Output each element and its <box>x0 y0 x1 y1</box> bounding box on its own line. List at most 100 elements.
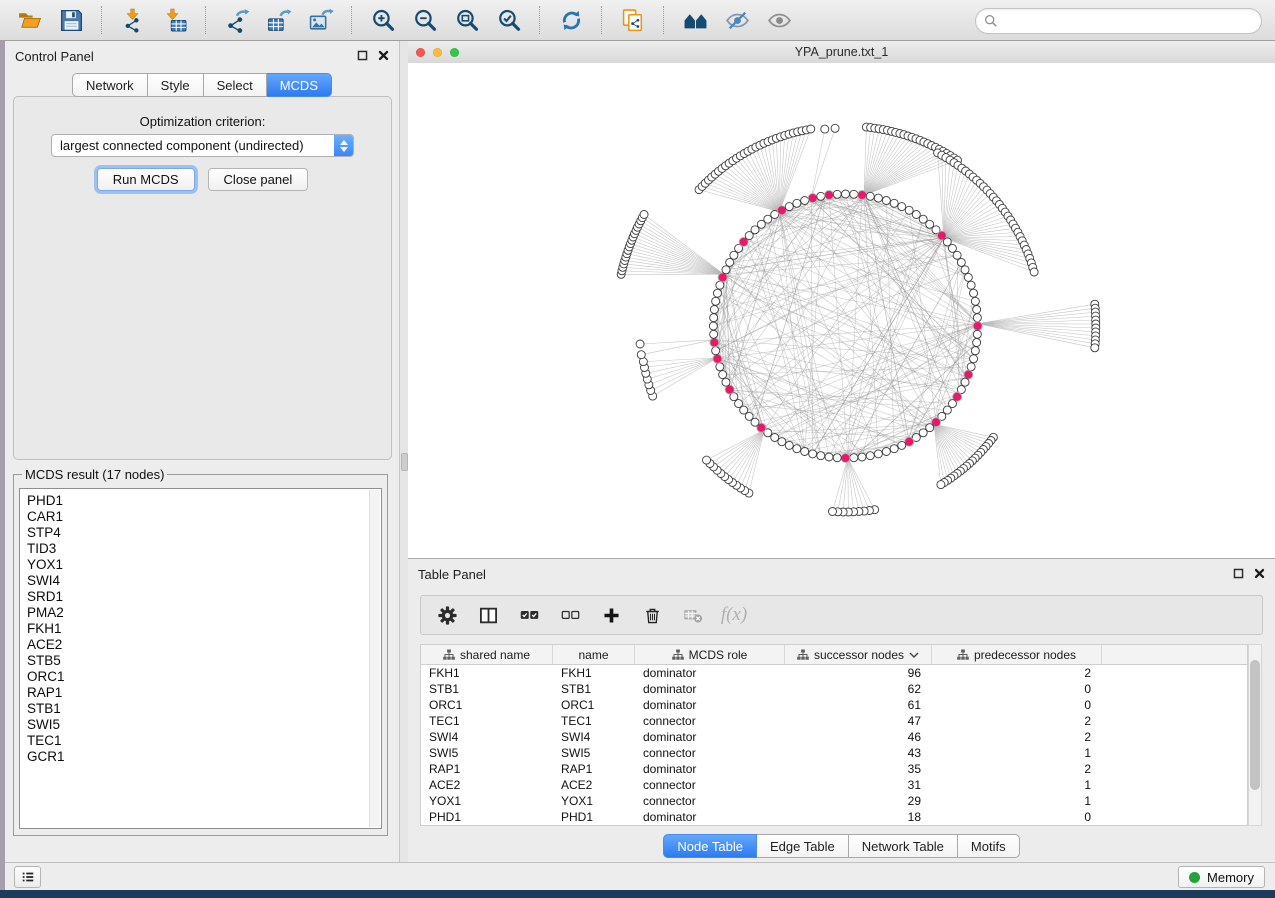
table-cell: SWI5 <box>421 746 553 760</box>
result-scrollbar[interactable] <box>369 490 380 827</box>
table-row[interactable]: SWI5SWI5connector431 <box>421 745 1247 761</box>
clone-network-icon <box>621 8 646 33</box>
table-row[interactable]: TEC1TEC1connector472 <box>421 713 1247 729</box>
mcds-result-item: STP4 <box>27 525 370 541</box>
tab-mcds[interactable]: MCDS <box>267 73 332 97</box>
network-canvas[interactable] <box>408 63 1275 558</box>
save-button[interactable] <box>55 4 87 36</box>
select-all-button[interactable] <box>519 605 539 625</box>
sort-descending-icon <box>909 652 919 658</box>
delete-row-button[interactable] <box>642 605 662 625</box>
table-panel-header: Table Panel <box>408 559 1275 589</box>
table-row[interactable]: RAP1RAP1dominator352 <box>421 761 1247 777</box>
mcds-result-item: SWI4 <box>27 573 370 589</box>
zoom-selected-icon <box>497 8 522 33</box>
zoom-in-button[interactable] <box>367 4 399 36</box>
float-icon[interactable] <box>1233 568 1244 579</box>
close-icon[interactable] <box>378 50 389 61</box>
gear-button[interactable] <box>437 605 457 625</box>
zoom-selected-button[interactable] <box>493 4 525 36</box>
close-icon[interactable] <box>1254 568 1265 579</box>
table-cell: FKH1 <box>553 666 635 680</box>
column-header-shared-name[interactable]: shared name <box>421 645 553 664</box>
import-network-button[interactable] <box>117 4 149 36</box>
toolbar-separator <box>351 6 353 34</box>
table-tab-edge-table[interactable]: Edge Table <box>757 834 849 858</box>
table-tab-motifs[interactable]: Motifs <box>958 834 1020 858</box>
table-scrollbar[interactable] <box>1248 644 1262 826</box>
table-panel-title: Table Panel <box>418 567 486 582</box>
clone-network-button[interactable] <box>617 4 649 36</box>
search-input[interactable] <box>998 12 1261 30</box>
gear-icon <box>438 606 457 625</box>
show-all-icon <box>767 8 792 33</box>
memory-label: Memory <box>1207 870 1254 885</box>
session-list-button[interactable] <box>14 866 41 888</box>
delete-table-button[interactable] <box>683 605 703 625</box>
panel-splitter[interactable] <box>400 41 408 862</box>
run-mcds-button[interactable]: Run MCDS <box>97 168 195 191</box>
column-header-successor-nodes[interactable]: successor nodes <box>785 645 932 664</box>
hide-selected-button[interactable] <box>721 4 753 36</box>
show-all-button[interactable] <box>763 4 795 36</box>
deselect-all-icon <box>561 606 580 625</box>
table-row[interactable]: ACE2ACE2connector311 <box>421 777 1247 793</box>
first-neighbors-button[interactable] <box>679 4 711 36</box>
zoom-out-button[interactable] <box>409 4 441 36</box>
zoom-fit-button[interactable] <box>451 4 483 36</box>
table-cell: 62 <box>785 682 932 696</box>
mcds-panel: Optimization criterion: largest connecte… <box>13 96 392 460</box>
import-network-icon <box>121 8 146 33</box>
splitter-handle-icon[interactable] <box>401 453 408 471</box>
table-row[interactable]: SWI4SWI4dominator462 <box>421 729 1247 745</box>
table-cell: 2 <box>932 730 1102 744</box>
export-image-button[interactable] <box>305 4 337 36</box>
mcds-result-item: FKH1 <box>27 621 370 637</box>
table-scrollbar-thumb[interactable] <box>1250 660 1260 790</box>
table-cell: ACE2 <box>553 778 635 792</box>
table-cell: STB1 <box>421 682 553 696</box>
column-header-predecessor-nodes[interactable]: predecessor nodes <box>932 645 1102 664</box>
function-button[interactable]: f(x) <box>724 605 744 625</box>
open-folder-icon <box>17 8 42 33</box>
control-panel-tabs: NetworkStyleSelectMCDS <box>5 73 399 97</box>
control-panel-title: Control Panel <box>15 49 94 64</box>
refresh-icon <box>559 8 584 33</box>
mcds-result-item: STB5 <box>27 653 370 669</box>
table-cell: FKH1 <box>421 666 553 680</box>
table-row[interactable]: PHD1PHD1dominator180 <box>421 809 1247 825</box>
table-tab-node-table[interactable]: Node Table <box>663 834 757 858</box>
close-panel-button[interactable]: Close panel <box>208 168 309 191</box>
refresh-button[interactable] <box>555 4 587 36</box>
tab-network[interactable]: Network <box>72 73 148 97</box>
deselect-all-button[interactable] <box>560 605 580 625</box>
table-cell: 35 <box>785 762 932 776</box>
open-folder-button[interactable] <box>13 4 45 36</box>
network-graph[interactable] <box>408 63 1275 558</box>
import-table-button[interactable] <box>159 4 191 36</box>
float-icon[interactable] <box>357 50 368 61</box>
export-network-button[interactable] <box>221 4 253 36</box>
main-toolbar <box>0 0 1275 41</box>
column-header-name[interactable]: name <box>553 645 635 664</box>
table-cell: dominator <box>635 730 785 744</box>
optimization-label: Optimization criterion: <box>14 114 391 129</box>
add-row-button[interactable] <box>601 605 621 625</box>
column-header-mcds-role[interactable]: MCDS role <box>635 645 785 664</box>
table-cell: dominator <box>635 666 785 680</box>
columns-button[interactable] <box>478 605 498 625</box>
mcds-result-item: PHD1 <box>27 493 370 509</box>
export-table-button[interactable] <box>263 4 295 36</box>
tab-style[interactable]: Style <box>148 73 204 97</box>
optimization-criterion-select[interactable]: largest connected component (undirected) <box>51 134 354 157</box>
table-row[interactable]: YOX1YOX1connector291 <box>421 793 1247 809</box>
network-window-titlebar[interactable]: YPA_prune.txt_1 <box>408 41 1275 64</box>
table-row[interactable]: FKH1FKH1dominator962 <box>421 665 1247 681</box>
table-cell: connector <box>635 714 785 728</box>
table-cell: 96 <box>785 666 932 680</box>
table-row[interactable]: STB1STB1dominator620 <box>421 681 1247 697</box>
table-tab-network-table[interactable]: Network Table <box>849 834 958 858</box>
tab-select[interactable]: Select <box>204 73 267 97</box>
memory-button[interactable]: Memory <box>1178 866 1265 888</box>
table-row[interactable]: ORC1ORC1dominator610 <box>421 697 1247 713</box>
